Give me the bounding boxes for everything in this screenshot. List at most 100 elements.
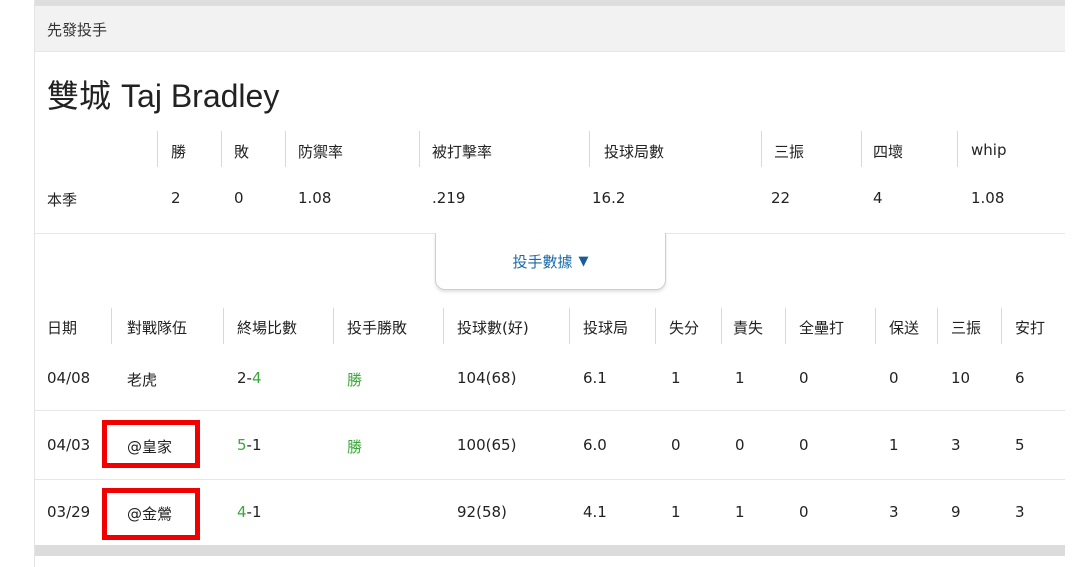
game-header-so: 三振 [951, 319, 982, 337]
pitcher-name: Taj Bradley [121, 78, 280, 114]
game-h: 3 [1015, 503, 1025, 521]
game-hr: 0 [799, 369, 809, 387]
highlight-box-orioles [102, 488, 200, 540]
col-sep [111, 308, 112, 344]
season-value-w: 2 [171, 189, 181, 207]
season-row-label: 本季 [47, 191, 78, 209]
game-opponent: 老虎 [127, 371, 158, 389]
game-decision: 勝 [347, 371, 363, 389]
game-date: 04/03 [47, 436, 91, 454]
col-sep [419, 131, 420, 167]
col-sep [875, 308, 876, 344]
season-header-l: 敗 [234, 143, 250, 161]
section-header: 先發投手 [35, 6, 1065, 52]
col-sep [785, 308, 786, 344]
game-hr: 0 [799, 436, 809, 454]
score-own: 5 [237, 436, 247, 454]
game-header-r: 失分 [669, 319, 700, 337]
season-value-so: 22 [771, 189, 791, 207]
game-bb: 1 [889, 436, 899, 454]
game-h: 6 [1015, 369, 1025, 387]
game-decision: 勝 [347, 438, 363, 456]
score-opp: 1 [251, 503, 262, 521]
game-bb: 0 [889, 369, 899, 387]
game-ip: 6.1 [583, 369, 607, 387]
game-er: 1 [735, 369, 745, 387]
score-own: 4 [237, 503, 247, 521]
game-r: 1 [671, 503, 681, 521]
row-divider [35, 479, 1065, 480]
game-ip: 4.1 [583, 503, 607, 521]
game-header-bb: 保送 [889, 319, 920, 337]
col-sep [333, 308, 334, 344]
col-sep [223, 308, 224, 344]
game-r: 1 [671, 369, 681, 387]
season-value-bb: 4 [873, 189, 883, 207]
game-score: 5-1 [237, 436, 262, 454]
game-header-opponent: 對戰隊伍 [127, 319, 188, 337]
col-sep [761, 131, 762, 167]
score-opp: 4 [251, 369, 262, 387]
game-hr: 0 [799, 503, 809, 521]
game-pitches: 104(68) [457, 369, 517, 387]
season-value-whip: 1.08 [971, 189, 1005, 207]
season-header-bb: 四壞 [873, 143, 904, 161]
season-value-ip: 16.2 [592, 189, 626, 207]
game-so: 3 [951, 436, 961, 454]
game-header-ip: 投球局 [583, 319, 629, 337]
game-header-h: 安打 [1015, 319, 1046, 337]
col-sep [569, 308, 570, 344]
triangle-down-icon: ▼ [578, 253, 589, 269]
game-header-score: 終場比數 [237, 319, 298, 337]
game-score: 4-1 [237, 503, 262, 521]
game-header-decision: 投手勝敗 [347, 319, 408, 337]
score-opp: 1 [251, 436, 262, 454]
col-sep [721, 308, 722, 344]
game-header-hr: 全壘打 [799, 319, 845, 337]
col-sep [937, 308, 938, 344]
game-er: 0 [735, 436, 745, 454]
game-score: 2-4 [237, 369, 262, 387]
game-date: 03/29 [47, 503, 91, 521]
game-er: 1 [735, 503, 745, 521]
game-ip: 6.0 [583, 436, 607, 454]
starting-pitcher-panel: 先發投手 雙城 Taj Bradley 勝 敗 防禦率 被打擊率 投球局數 三振 … [34, 0, 1065, 567]
season-value-era: 1.08 [298, 189, 332, 207]
season-header-avg: 被打擊率 [432, 143, 493, 161]
pitcher-team: 雙城 [47, 77, 112, 115]
pitcher-stats-toggle-button[interactable]: 投手數據 ▼ [435, 233, 666, 290]
season-value-l: 0 [234, 189, 244, 207]
col-sep [157, 131, 158, 167]
pitcher-title: 雙城 Taj Bradley [47, 76, 279, 116]
season-header-ip: 投球局數 [604, 143, 665, 161]
row-divider [35, 410, 1065, 411]
game-h: 5 [1015, 436, 1025, 454]
game-r: 0 [671, 436, 681, 454]
game-header-er: 責失 [733, 319, 764, 337]
season-header-whip: whip [971, 141, 1007, 159]
highlight-box-royals [102, 420, 200, 468]
bottom-strip [35, 545, 1065, 556]
col-sep [861, 131, 862, 167]
season-header-w: 勝 [171, 143, 187, 161]
section-title: 先發投手 [47, 21, 108, 39]
season-header-so: 三振 [774, 143, 805, 161]
game-date: 04/08 [47, 369, 91, 387]
col-sep [221, 131, 222, 167]
game-so: 9 [951, 503, 961, 521]
game-pitches: 100(65) [457, 436, 517, 454]
col-sep [1001, 308, 1002, 344]
game-so: 10 [951, 369, 971, 387]
col-sep [443, 308, 444, 344]
col-sep [957, 131, 958, 167]
season-value-avg: .219 [432, 189, 466, 207]
col-sep [589, 131, 590, 167]
col-sep [285, 131, 286, 167]
col-sep [655, 308, 656, 344]
toggle-label: 投手數據 [512, 252, 573, 271]
game-header-date: 日期 [47, 319, 78, 337]
game-header-pitches: 投球數(好) [457, 319, 529, 337]
season-header-era: 防禦率 [298, 143, 344, 161]
score-own: 2 [237, 369, 247, 387]
game-pitches: 92(58) [457, 503, 507, 521]
